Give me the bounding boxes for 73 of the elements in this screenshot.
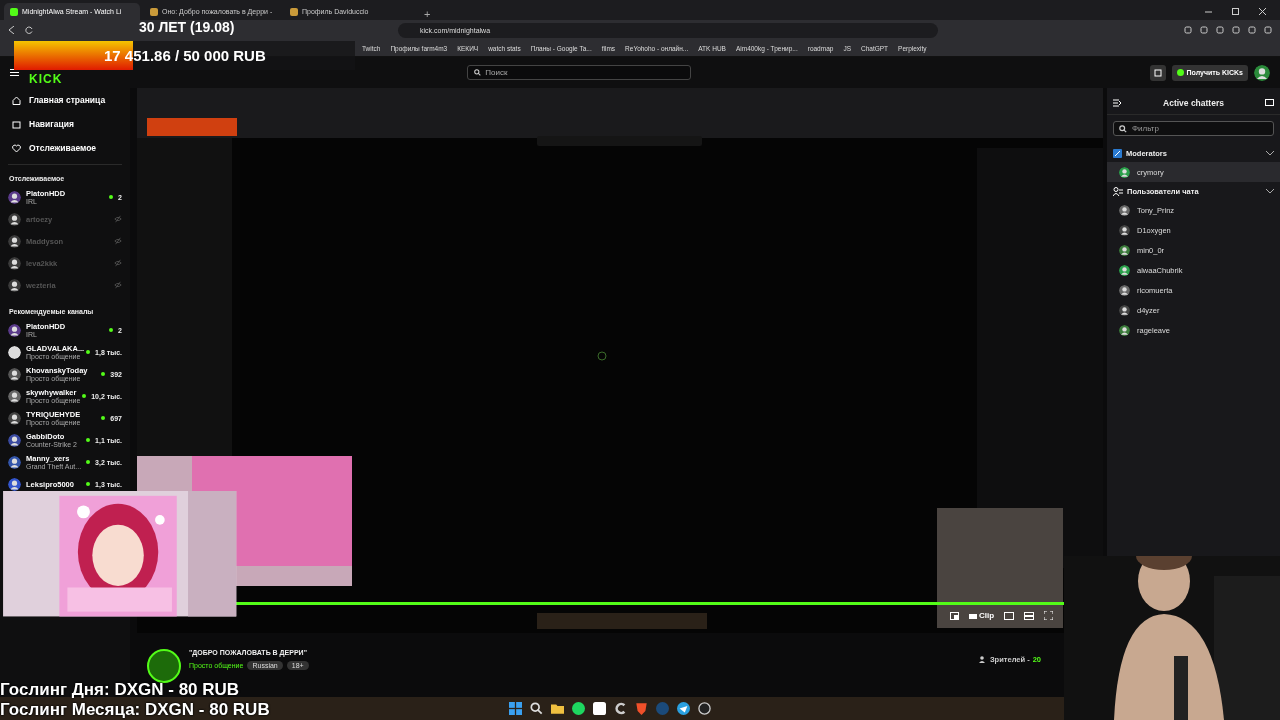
chatter-avatar — [1119, 244, 1130, 256]
nav-item[interactable]: Главная страница — [0, 88, 130, 112]
channel-avatar — [8, 433, 21, 447]
live-dot — [86, 350, 91, 354]
donation-text: Гослинг Дня: DXGN - 80 RUB — [0, 680, 240, 700]
eye-slash-icon — [114, 237, 122, 245]
layout-button[interactable] — [1149, 64, 1166, 81]
eye-slash-icon — [114, 259, 122, 267]
eye-slash-icon — [114, 281, 122, 289]
channel-avatar — [8, 234, 21, 248]
channel-avatar — [8, 278, 21, 292]
c-app-icon[interactable] — [614, 702, 627, 715]
chevron-icon[interactable] — [1266, 188, 1274, 194]
live-dot — [86, 438, 91, 442]
chatter-avatar — [1119, 284, 1130, 296]
chatter-avatar — [1119, 224, 1130, 236]
viewers-icon — [978, 656, 987, 663]
live-dot — [101, 416, 106, 420]
search-placeholder: Поиск — [485, 68, 508, 77]
live-dot — [101, 372, 106, 376]
home-icon — [12, 95, 21, 105]
channel-avatar — [8, 256, 21, 270]
record-app-icon[interactable] — [698, 702, 711, 715]
search-icon[interactable] — [530, 702, 543, 715]
channel-avatar — [8, 477, 21, 491]
channel-avatar — [8, 411, 21, 425]
chatter-avatar — [1119, 264, 1130, 276]
collapse-icon[interactable] — [1113, 99, 1122, 107]
reload-icon[interactable] — [25, 26, 33, 34]
new-tab-button[interactable]: + — [424, 8, 431, 20]
back-icon[interactable] — [8, 26, 15, 34]
folder-icon[interactable] — [551, 702, 564, 715]
minimize-icon[interactable] — [1205, 8, 1212, 15]
chatter-avatar — [1119, 304, 1130, 316]
live-dot — [109, 328, 114, 332]
search-icon — [1119, 125, 1127, 133]
chatter-avatar — [1119, 204, 1130, 216]
chatter-avatar — [1119, 166, 1130, 178]
shield-icon[interactable] — [635, 702, 648, 715]
users-icon — [1113, 186, 1123, 196]
channel-avatar — [8, 323, 21, 337]
user-avatar — [1254, 64, 1270, 81]
panel-title: Active chatters — [1163, 98, 1224, 108]
channel-avatar — [8, 367, 21, 381]
streamer-avatar[interactable] — [147, 649, 181, 683]
chatter-avatar — [1119, 324, 1130, 336]
eye-slash-icon — [114, 215, 122, 223]
nav-item[interactable]: Навигация — [0, 112, 130, 136]
close-icon[interactable] — [1259, 8, 1266, 15]
paper-plane-icon[interactable] — [677, 702, 690, 715]
live-dot — [86, 460, 91, 464]
channel-avatar — [8, 190, 21, 204]
maximize-icon[interactable] — [1232, 8, 1239, 15]
live-dot — [109, 195, 114, 199]
start-icon[interactable] — [509, 702, 522, 715]
live-dot — [82, 394, 87, 398]
search-icon — [474, 69, 482, 76]
nav-item[interactable]: Отслеживаемое — [0, 136, 130, 160]
channel-avatar — [8, 212, 21, 226]
chevron-icon[interactable] — [1266, 150, 1274, 156]
search-field[interactable]: Поиск — [467, 65, 692, 80]
filter-field[interactable]: Фильтр — [1113, 121, 1274, 136]
heart-icon — [12, 143, 21, 153]
goal-title: 30 ЛЕТ (19.08) — [139, 19, 235, 35]
channel-avatar — [8, 345, 21, 359]
channel-avatar — [8, 389, 21, 403]
kick-logo[interactable]: KICK — [29, 71, 63, 86]
coin-icon — [1176, 69, 1184, 76]
live-dot — [86, 482, 91, 486]
channel-avatar — [8, 455, 21, 469]
donation-text: Гослинг Месяца: DXGN - 80 RUB — [0, 700, 270, 720]
layout-icon — [1153, 68, 1162, 77]
chat-icon[interactable] — [1265, 99, 1274, 107]
